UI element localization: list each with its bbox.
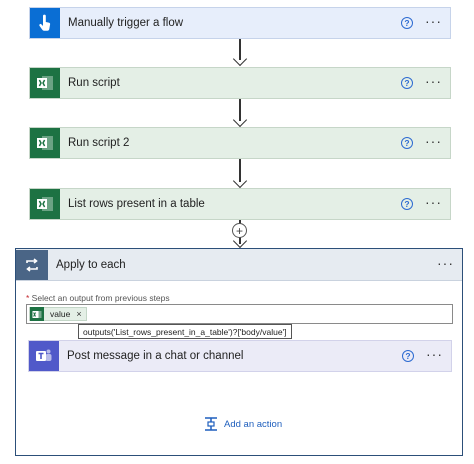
hand-tap-icon xyxy=(30,8,60,38)
dynamic-content-token[interactable]: value × xyxy=(29,307,87,321)
apply-to-each-scope: Apply to each ··· * Select an output fro… xyxy=(15,248,463,456)
add-action-button[interactable]: Add an action xyxy=(204,417,282,431)
step-title: Run script 2 xyxy=(68,137,130,149)
help-icon[interactable]: ? xyxy=(401,17,413,29)
help-icon[interactable]: ? xyxy=(401,137,413,149)
select-output-input[interactable]: value × xyxy=(26,304,453,324)
connector-arrow-icon xyxy=(232,51,248,67)
step-manually-trigger[interactable]: Manually trigger a flow ? ··· xyxy=(29,7,451,39)
token-label: value xyxy=(50,309,71,319)
step-title: Run script xyxy=(68,77,120,89)
help-icon[interactable]: ? xyxy=(402,350,414,362)
excel-icon xyxy=(30,307,44,321)
excel-icon xyxy=(30,68,60,98)
step-list-rows[interactable]: List rows present in a table ? ··· xyxy=(29,188,451,220)
flow-designer-canvas: Manually trigger a flow ? ··· Run script… xyxy=(0,0,474,464)
more-options-icon[interactable]: ··· xyxy=(426,347,443,365)
select-output-label-text: Select an output from previous steps xyxy=(29,293,170,303)
more-options-icon[interactable]: ··· xyxy=(425,134,442,152)
help-icon[interactable]: ? xyxy=(401,77,413,89)
more-options-icon[interactable]: ··· xyxy=(437,255,454,275)
select-output-label: * Select an output from previous steps xyxy=(26,293,170,303)
step-title: List rows present in a table xyxy=(68,198,205,210)
excel-icon xyxy=(30,189,60,219)
add-action-label: Add an action xyxy=(224,418,283,430)
connector-arrow-icon xyxy=(232,112,248,128)
step-run-script-2[interactable]: Run script 2 ? ··· xyxy=(29,127,451,159)
remove-token-icon[interactable]: × xyxy=(70,309,81,319)
add-action-icon xyxy=(205,417,217,431)
teams-icon xyxy=(29,341,59,371)
step-run-script[interactable]: Run script ? ··· xyxy=(29,67,451,99)
step-post-message[interactable]: Post message in a chat or channel ? ··· xyxy=(28,340,452,372)
help-icon[interactable]: ? xyxy=(401,198,413,210)
excel-icon xyxy=(30,128,60,158)
step-title: Manually trigger a flow xyxy=(68,17,184,29)
expression-tooltip: outputs('List_rows_present_in_a_table')?… xyxy=(78,324,292,339)
connector-arrow-icon xyxy=(232,173,248,189)
loop-icon xyxy=(16,249,48,280)
more-options-icon[interactable]: ··· xyxy=(425,74,442,92)
scope-header[interactable]: Apply to each ··· xyxy=(16,249,462,281)
more-options-icon[interactable]: ··· xyxy=(425,14,442,32)
more-options-icon[interactable]: ··· xyxy=(425,195,442,213)
scope-title: Apply to each xyxy=(56,258,126,271)
step-title: Post message in a chat or channel xyxy=(67,350,244,362)
